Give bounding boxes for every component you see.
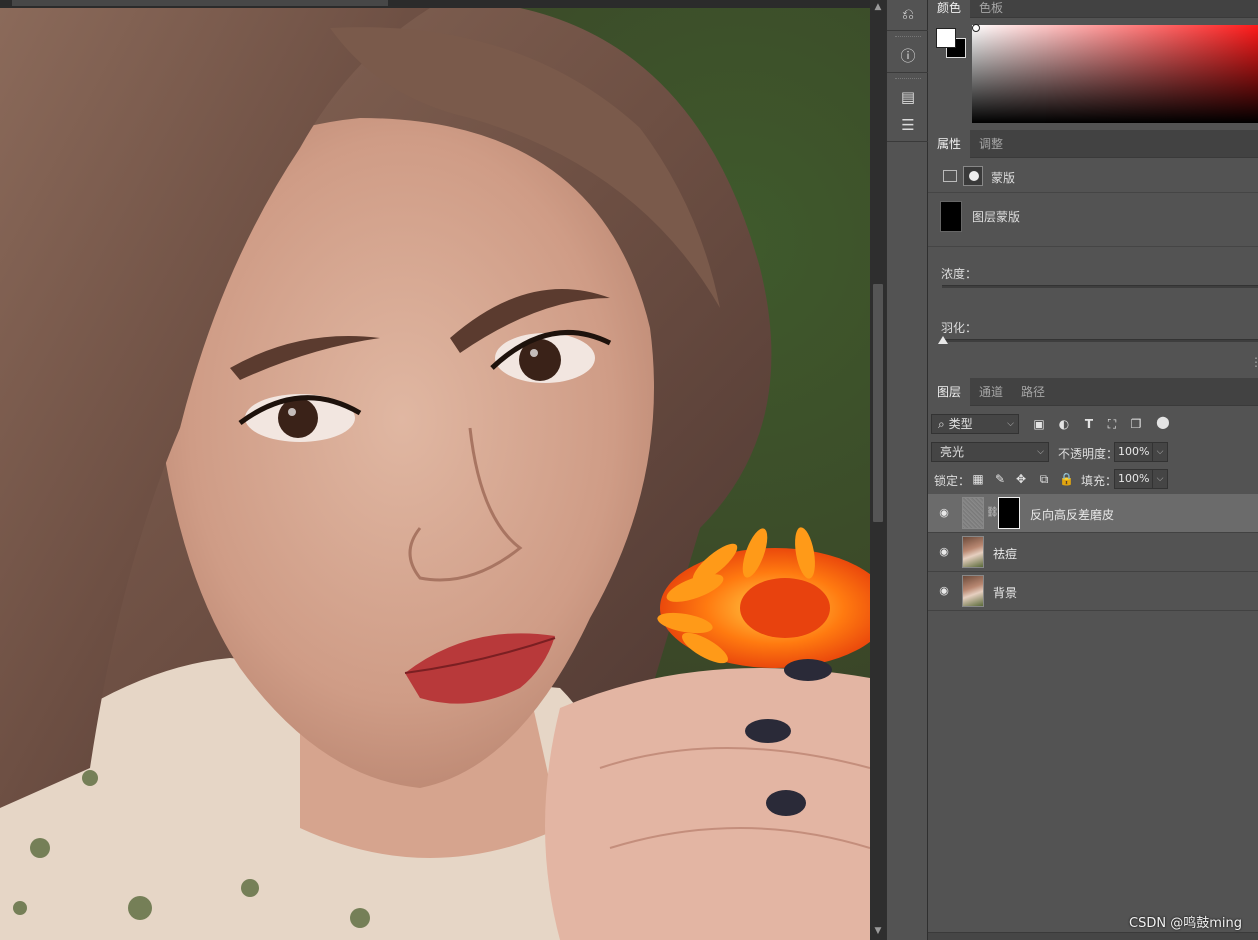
layer-filter-dropdown[interactable]: ⌕ 类型 ⌵ — [931, 414, 1019, 434]
density-label: 浓度： — [941, 267, 978, 281]
opacity-dropdown-button[interactable]: ⌵ — [1152, 442, 1168, 462]
mask-info-row: 图层蒙版 — [928, 193, 1258, 247]
lock-all-icon[interactable]: 🔒 — [1059, 472, 1074, 486]
panel-icon-strip: ⎌ ⓘ ▤ ☰ — [886, 0, 928, 940]
panel-menu-icon[interactable]: ⋮ — [1250, 355, 1258, 369]
filter-adjustment-icon[interactable]: ◐ — [1057, 417, 1071, 431]
tab-color[interactable]: 颜色 — [928, 0, 971, 18]
layer-row[interactable]: ◉ 祛痘 — [928, 533, 1258, 572]
fill-dropdown-button[interactable]: ⌵ — [1152, 469, 1168, 489]
right-panels: 颜色 色板 属性 调整 蒙版 图层蒙版 浓度： 羽化： ⋮ 图层 通道 路径 ⌕… — [928, 0, 1258, 940]
vertical-scroll-thumb[interactable] — [873, 284, 883, 522]
horizontal-scroll-thumb[interactable] — [12, 0, 388, 6]
properties-section-label: 蒙版 — [991, 171, 1016, 185]
scroll-down-icon[interactable]: ▼ — [870, 924, 886, 938]
properties-panel-tabs: 属性 调整 — [928, 130, 1258, 158]
lock-paint-icon[interactable]: ✎ — [993, 472, 1007, 486]
color-field[interactable] — [972, 25, 1258, 123]
filter-type-icon[interactable]: T — [1082, 417, 1096, 431]
filter-toggle-icon[interactable]: ⬤ — [1156, 415, 1170, 429]
chevron-down-icon: ⌵ — [1007, 419, 1014, 429]
search-icon: ⌕ — [938, 417, 945, 431]
layer-name: 祛痘 — [993, 547, 1018, 561]
tab-channels[interactable]: 通道 — [970, 378, 1012, 406]
opacity-label: 不透明度： — [1058, 447, 1119, 461]
layers-panel-footer — [928, 932, 1258, 940]
lock-transparency-icon[interactable]: ▦ — [971, 472, 985, 486]
tab-swatches[interactable]: 色板 — [970, 0, 1012, 18]
color-picker-handle[interactable] — [972, 24, 980, 32]
tab-properties[interactable]: 属性 — [928, 130, 971, 158]
filter-pixel-icon[interactable]: ▣ — [1032, 417, 1046, 431]
feather-slider-knob[interactable] — [938, 336, 948, 344]
pixel-layer-icon[interactable] — [943, 170, 957, 182]
layer-thumbnail — [962, 497, 984, 529]
scroll-up-icon[interactable]: ▲ — [870, 0, 886, 14]
tab-layers[interactable]: 图层 — [928, 378, 971, 406]
horizontal-scrollbar[interactable] — [0, 0, 870, 8]
fill-input[interactable]: 100% — [1114, 469, 1154, 489]
layer-filter-value: 类型 — [948, 417, 973, 431]
info-icon[interactable]: ⓘ — [896, 45, 920, 67]
mask-type-label: 图层蒙版 — [972, 210, 1021, 224]
eye-visibility-icon[interactable]: ◉ — [937, 545, 951, 559]
eye-visibility-icon[interactable]: ◉ — [937, 584, 951, 598]
properties-panel-icon[interactable]: ▤ — [896, 86, 920, 108]
chevron-down-icon: ⌵ — [1037, 447, 1044, 457]
document-canvas[interactable] — [0, 0, 870, 940]
opacity-input[interactable]: 100% — [1114, 442, 1154, 462]
blend-mode-value: 亮光 — [940, 445, 965, 459]
portrait-photo — [0, 8, 870, 940]
layer-thumbnail — [962, 575, 984, 607]
fill-label: 填充： — [1081, 474, 1118, 488]
filter-smart-object-icon[interactable]: ❐ — [1129, 417, 1143, 431]
density-slider[interactable] — [942, 285, 1258, 288]
layer-mask-thumbnail[interactable] — [998, 497, 1020, 529]
foreground-color-swatch[interactable] — [936, 28, 956, 48]
layer-row[interactable]: ◉ ⛓ 反向高反差磨皮 — [928, 494, 1258, 533]
tab-adjustments[interactable]: 调整 — [970, 130, 1012, 158]
feather-label: 羽化： — [941, 321, 978, 335]
tab-paths[interactable]: 路径 — [1012, 378, 1054, 406]
layer-mask-icon[interactable] — [963, 166, 983, 186]
lock-artboard-icon[interactable]: ⧉ — [1037, 472, 1051, 486]
filter-shape-icon[interactable]: ⛶ — [1105, 417, 1119, 431]
layer-thumbnail — [962, 536, 984, 568]
blend-mode-dropdown[interactable]: 亮光 ⌵ — [931, 442, 1049, 462]
feather-slider[interactable] — [942, 339, 1258, 342]
color-panel-tabs: 颜色 色板 — [928, 0, 1258, 18]
layer-row[interactable]: ◉ 背景 — [928, 572, 1258, 611]
eye-visibility-icon[interactable]: ◉ — [937, 506, 951, 520]
history-icon[interactable]: ⎌ — [896, 3, 920, 25]
watermark: CSDN @鸣鼓ming — [1129, 916, 1242, 931]
lock-label: 锁定： — [934, 474, 971, 488]
vertical-scrollbar[interactable]: ▲ ▼ — [870, 0, 886, 940]
lock-position-icon[interactable]: ✥ — [1014, 472, 1028, 486]
layers-panel-tabs: 图层 通道 路径 — [928, 378, 1258, 406]
mask-thumbnail — [940, 201, 962, 232]
layer-name: 反向高反差磨皮 — [1030, 508, 1115, 522]
link-chain-icon[interactable]: ⛓ — [986, 506, 999, 520]
properties-section-header: 蒙版 — [928, 159, 1258, 193]
notes-icon[interactable]: ☰ — [896, 114, 920, 136]
layer-name: 背景 — [993, 586, 1018, 600]
